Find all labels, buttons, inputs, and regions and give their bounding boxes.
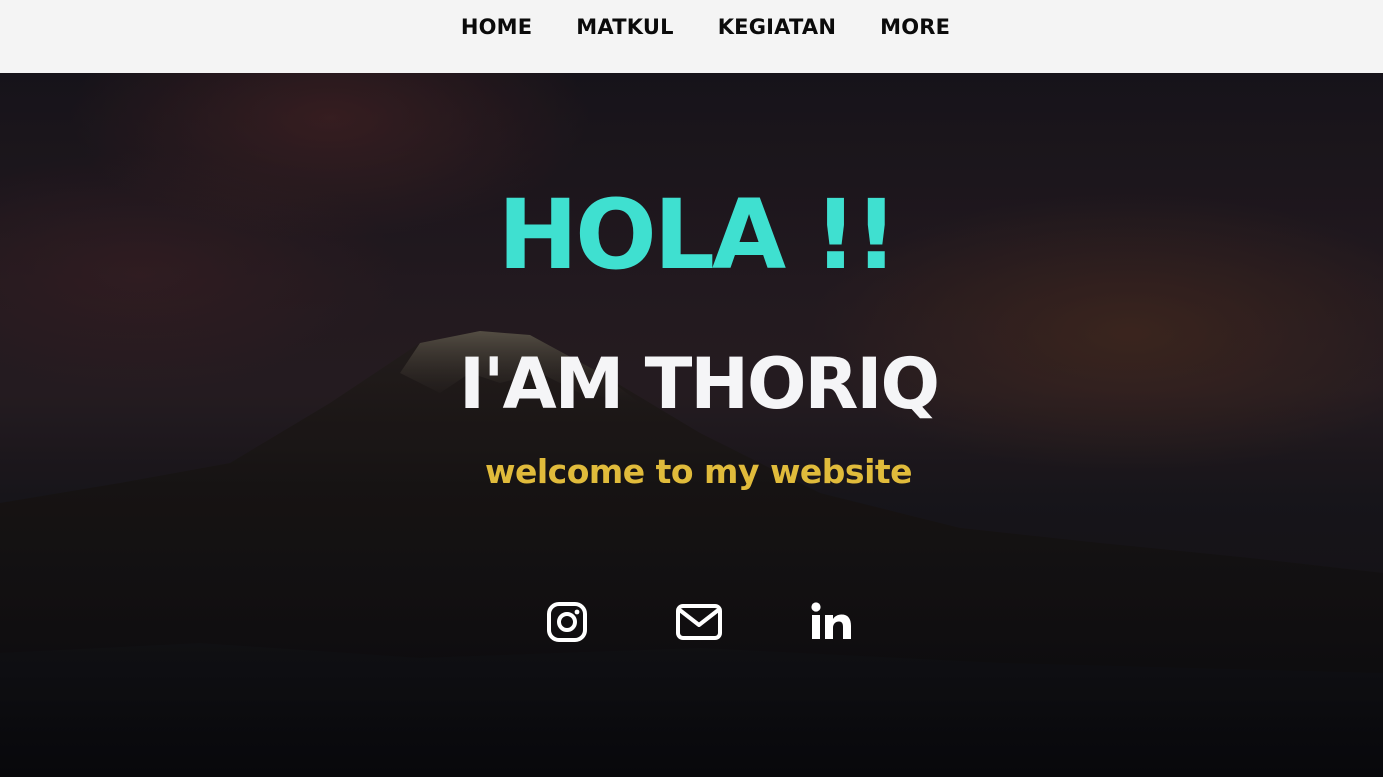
nav-menu: HOME MATKUL KEGIATAN MORE — [439, 0, 972, 41]
linkedin-icon — [811, 602, 851, 639]
linkedin-link[interactable] — [807, 598, 855, 646]
tagline-text: welcome to my website — [484, 452, 913, 491]
instagram-icon — [547, 602, 587, 642]
nav-item-kegiatan: KEGIATAN — [696, 13, 858, 41]
name-heading: I'AM THORIQ — [459, 343, 940, 425]
instagram-link[interactable] — [543, 598, 591, 646]
mail-link[interactable] — [675, 598, 723, 646]
nav-link-matkul[interactable]: MATKUL — [554, 13, 695, 41]
greeting-heading: HOLA !! — [497, 179, 898, 291]
hero-content: HOLA !! I'AM THORIQ welcome to my websit… — [0, 73, 1383, 777]
top-navbar: HOME MATKUL KEGIATAN MORE — [0, 0, 1383, 73]
nav-item-more: MORE — [858, 13, 972, 41]
nav-item-home: HOME — [439, 13, 554, 41]
nav-link-more[interactable]: MORE — [858, 13, 972, 41]
nav-link-home[interactable]: HOME — [439, 13, 554, 41]
nav-link-kegiatan[interactable]: KEGIATAN — [696, 13, 858, 41]
nav-item-matkul: MATKUL — [554, 13, 695, 41]
hero-section: HOLA !! I'AM THORIQ welcome to my websit… — [0, 73, 1383, 777]
mail-icon — [676, 604, 722, 640]
